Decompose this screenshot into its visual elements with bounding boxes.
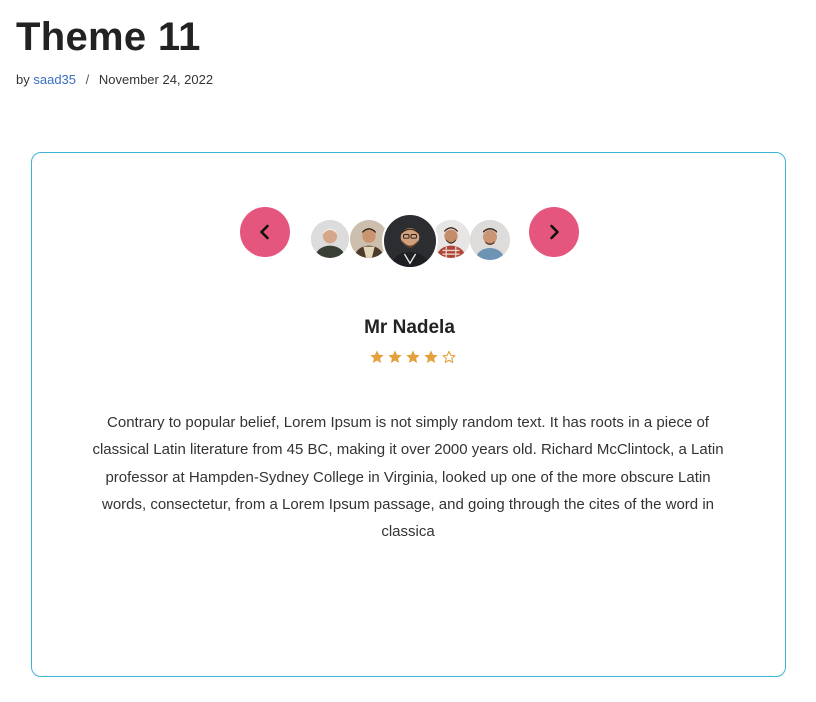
star-rating xyxy=(369,349,457,365)
page-title: Theme 11 xyxy=(16,15,201,59)
chevron-right-icon xyxy=(550,224,559,240)
person-photo xyxy=(470,220,510,260)
meta-separator: / xyxy=(85,72,90,87)
testimonial-name: Mr Nadela xyxy=(364,317,455,338)
testimonial-card: Mr Nadela Contrary to popular belief, Lo… xyxy=(31,152,786,677)
star-filled-icon xyxy=(370,350,384,363)
next-button[interactable] xyxy=(529,207,579,257)
avatar-thumbnail-5[interactable] xyxy=(470,220,510,260)
avatar-thumbnail-1[interactable] xyxy=(311,220,349,258)
star-empty-icon xyxy=(442,350,456,363)
post-meta: by saad35 / November 24, 2022 xyxy=(16,72,213,88)
star-filled-icon xyxy=(424,350,438,363)
testimonial-text: Contrary to popular belief, Lorem Ipsum … xyxy=(92,414,724,541)
star-filled-icon xyxy=(388,350,402,363)
person-photo xyxy=(384,215,436,267)
author-link[interactable]: saad35 xyxy=(33,72,76,87)
prev-button[interactable] xyxy=(240,207,290,257)
person-photo xyxy=(311,220,349,258)
avatar-active[interactable] xyxy=(382,213,438,269)
by-label: by xyxy=(16,72,30,87)
star-filled-icon xyxy=(406,350,420,363)
post-date: November 24, 2022 xyxy=(98,72,214,87)
chevron-left-icon xyxy=(260,224,269,240)
